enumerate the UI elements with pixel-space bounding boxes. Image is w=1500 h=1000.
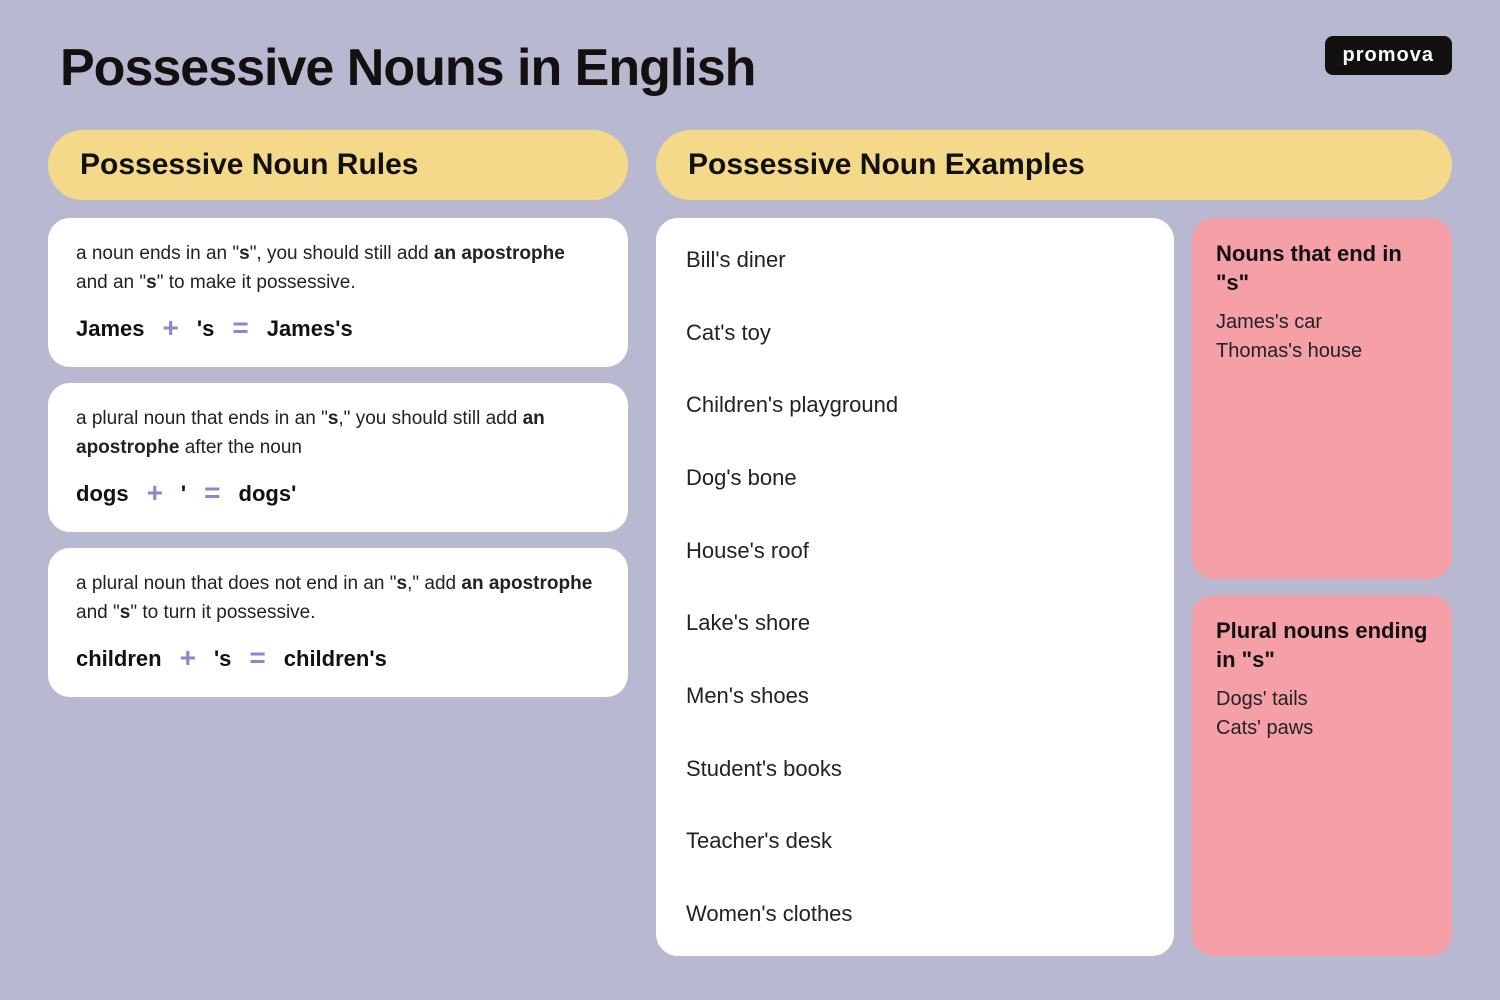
rule1-plus-icon: + [163, 307, 179, 349]
side-card-2-title: Plural nouns ending in "s" [1216, 617, 1428, 674]
rule1-text: a noun ends in an "s", you should still … [76, 240, 600, 297]
rule3-word2: 's [214, 642, 231, 675]
rule3-text: a plural noun that does not end in an "s… [76, 570, 600, 627]
rule1-formula: James + 's = James's [76, 307, 600, 349]
rule2-eq-icon: = [204, 472, 220, 514]
rule2-result: dogs' [239, 477, 297, 510]
example-item-6: Lake's shore [686, 603, 1144, 643]
side-card-1-item-1: James's car [1216, 311, 1428, 334]
rules-header-label: Possessive Noun Rules [80, 148, 418, 181]
example-item-7: Men's shoes [686, 676, 1144, 716]
rule1-result: James's [267, 312, 353, 345]
side-card-2-item-1: Dogs' tails [1216, 688, 1428, 711]
rule1-eq-icon: = [232, 307, 248, 349]
side-card-2: Plural nouns ending in "s" Dogs' tails C… [1192, 595, 1452, 956]
rule-card-1: a noun ends in an "s", you should still … [48, 218, 628, 367]
rule2-text: a plural noun that ends in an "s," you s… [76, 405, 600, 462]
promova-badge: promova [1325, 36, 1452, 75]
side-card-1-title: Nouns that end in "s" [1216, 240, 1428, 297]
rule-card-3: a plural noun that does not end in an "s… [48, 548, 628, 697]
side-card-2-item-2: Cats' paws [1216, 717, 1428, 740]
rule2-word1: dogs [76, 477, 129, 510]
page-title: Possessive Nouns in English [0, 0, 1500, 98]
examples-header-label: Possessive Noun Examples [688, 148, 1085, 181]
example-item-2: Cat's toy [686, 313, 1144, 353]
rule2-plus-icon: + [147, 472, 163, 514]
rule2-formula: dogs + ' = dogs' [76, 472, 600, 514]
side-card-1-item-2: Thomas's house [1216, 340, 1428, 363]
examples-header: Possessive Noun Examples [656, 130, 1452, 200]
example-item-5: House's roof [686, 531, 1144, 571]
examples-list-card: Bill's diner Cat's toy Children's playgr… [656, 218, 1174, 956]
rule3-word1: children [76, 642, 162, 675]
rule-card-2: a plural noun that ends in an "s," you s… [48, 383, 628, 532]
rule3-formula: children + 's = children's [76, 637, 600, 679]
rule3-result: children's [284, 642, 387, 675]
rule3-plus-icon: + [180, 637, 196, 679]
rule1-word2: 's [197, 312, 214, 345]
rule1-word1: James [76, 312, 145, 345]
right-column: Possessive Noun Examples Bill's diner Ca… [656, 130, 1452, 956]
rules-header: Possessive Noun Rules [48, 130, 628, 200]
side-card-1: Nouns that end in "s" James's car Thomas… [1192, 218, 1452, 579]
main-layout: Possessive Noun Rules a noun ends in an … [0, 98, 1500, 988]
example-item-3: Children's playground [686, 385, 1144, 425]
rule2-word2: ' [181, 477, 186, 510]
example-item-1: Bill's diner [686, 240, 1144, 280]
example-item-10: Women's clothes [686, 894, 1144, 934]
example-item-8: Student's books [686, 749, 1144, 789]
rule3-eq-icon: = [249, 637, 265, 679]
examples-layout: Bill's diner Cat's toy Children's playgr… [656, 218, 1452, 956]
example-item-9: Teacher's desk [686, 821, 1144, 861]
left-column: Possessive Noun Rules a noun ends in an … [48, 130, 628, 956]
example-item-4: Dog's bone [686, 458, 1144, 498]
side-cards: Nouns that end in "s" James's car Thomas… [1192, 218, 1452, 956]
